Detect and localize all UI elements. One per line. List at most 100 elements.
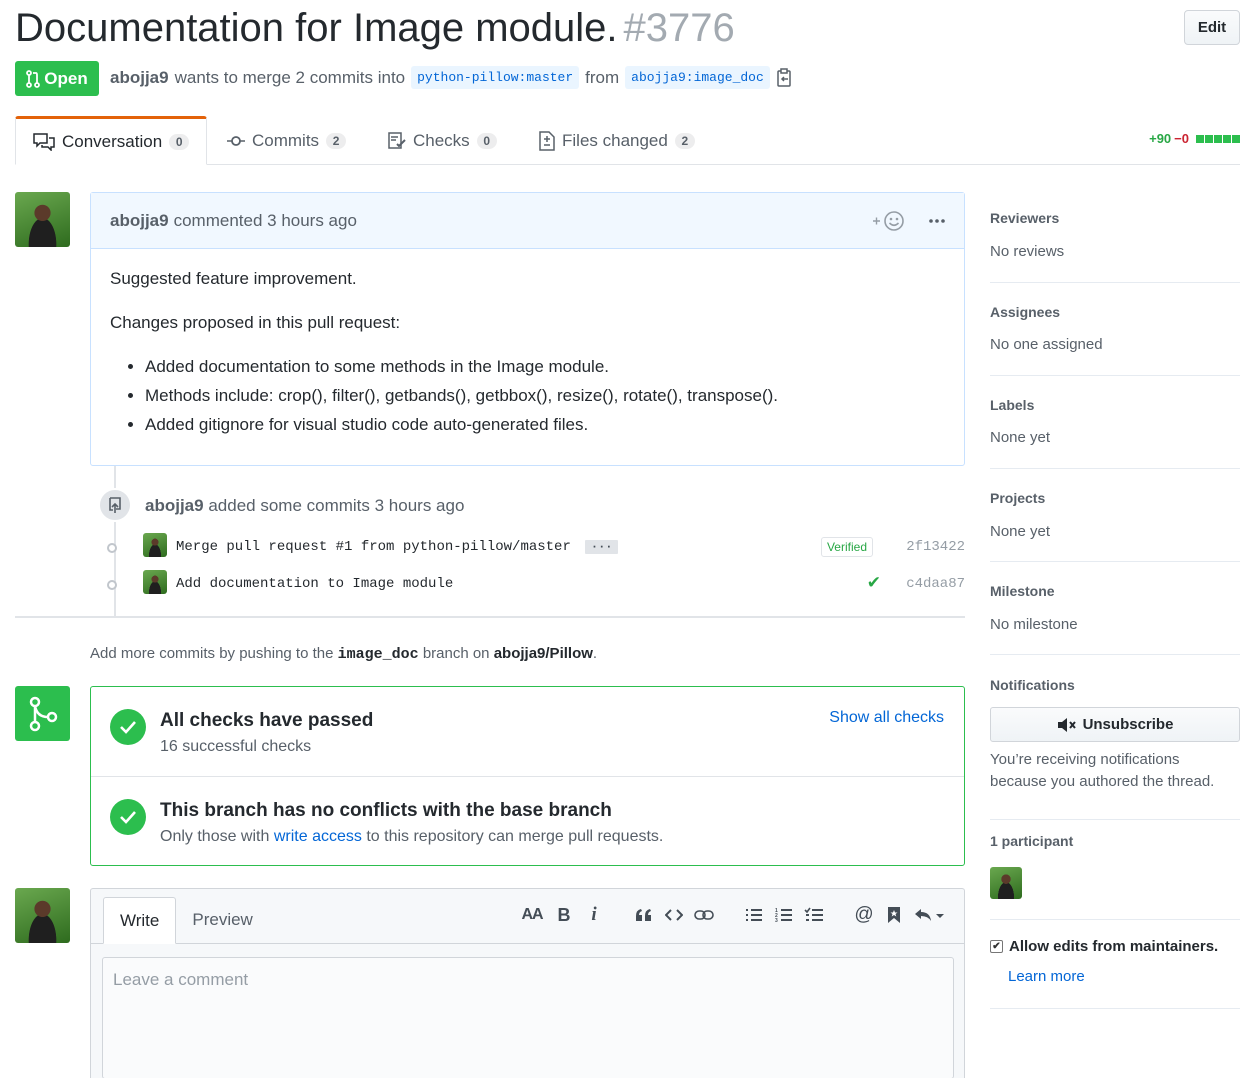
pr-meta: abojja9 wants to merge 2 commits into py… (110, 66, 792, 89)
reply-dropdown-icon[interactable] (914, 905, 946, 925)
verified-badge[interactable]: Verified (820, 537, 873, 557)
avatar[interactable] (15, 192, 70, 247)
sidebar-participants: 1 participant (990, 820, 1240, 920)
italic-button[interactable]: i (584, 904, 604, 925)
edit-button[interactable]: Edit (1184, 10, 1240, 45)
write-access-link[interactable]: write access (274, 828, 362, 845)
check-icon[interactable]: ✔ (867, 573, 881, 593)
list-item: Added gitignore for visual studio code a… (145, 415, 945, 435)
sidebar-heading[interactable]: Assignees (990, 304, 1060, 320)
tab-counter: 2 (326, 132, 347, 149)
tab-label: Files changed (562, 130, 668, 150)
tab-checks[interactable]: Checks 0 (388, 116, 497, 165)
tab-files-changed[interactable]: Files changed 2 (539, 116, 695, 165)
comment-composer: Write Preview AA B i 123 @ Leave a comme… (90, 888, 965, 1078)
sidebar-heading[interactable]: Milestone (990, 583, 1055, 599)
text-format-group: AA B i (520, 904, 604, 925)
list-item: Added documentation to some methods in t… (145, 357, 945, 377)
tab-commits[interactable]: Commits 2 (227, 116, 347, 165)
diffstat: +90 −0 (1149, 131, 1240, 146)
quote-icon[interactable] (634, 905, 654, 925)
comment-textarea[interactable]: Leave a comment (102, 957, 954, 1078)
sidebar-value: No milestone (990, 616, 1078, 633)
tab-counter: 2 (674, 132, 695, 149)
mention-button[interactable]: @ (854, 904, 874, 925)
commit-sha[interactable]: 2f13422 (906, 539, 965, 555)
pr-title: Documentation for Image module. #3776 (15, 6, 735, 51)
tab-label: Checks (413, 130, 470, 150)
file-diff-icon (539, 130, 555, 151)
diffstat-block (1223, 135, 1231, 143)
comment-list: Added documentation to some methods in t… (145, 357, 945, 435)
composer-tab-line (91, 943, 964, 944)
pr-author-link[interactable]: abojja9 (110, 68, 169, 88)
code-icon[interactable] (664, 905, 684, 925)
sidebar-heading[interactable]: Reviewers (990, 210, 1059, 226)
sidebar-value: None yet (990, 429, 1051, 446)
diffstat-block (1232, 135, 1240, 143)
commit-icon (227, 135, 245, 146)
diffstat-block (1205, 135, 1213, 143)
diffstat-block (1196, 135, 1204, 143)
sidebar-milestone: Milestone No milestone (990, 562, 1240, 655)
merge-text: wants to merge 2 commits into (174, 67, 406, 87)
tab-label: Conversation (62, 131, 163, 151)
show-all-checks-link[interactable]: Show all checks (829, 709, 944, 727)
sidebar-heading[interactable]: Projects (990, 490, 1045, 506)
commit-sha[interactable]: c4daa87 (906, 576, 965, 592)
list-group: 123 (744, 905, 824, 925)
state-badge: Open (15, 61, 99, 96)
sidebar-heading[interactable]: Labels (990, 397, 1034, 413)
sidebar-divider (990, 1008, 1240, 1009)
sidebar-assignees: Assignees No one assigned (990, 283, 1240, 376)
task-list-icon[interactable] (804, 905, 824, 925)
sidebar-heading: Notifications (990, 677, 1075, 693)
participant-avatar[interactable] (990, 867, 1022, 899)
commit-event-author[interactable]: abojja9 (145, 496, 204, 515)
commit-avatar[interactable] (143, 570, 167, 594)
commit-avatar[interactable] (143, 533, 167, 557)
clipboard-icon[interactable] (776, 67, 792, 88)
learn-more-link[interactable]: Learn more (1008, 968, 1085, 985)
commit-event-text: abojja9 added some commits 3 hours ago (145, 496, 464, 516)
notifications-reason: You’re receiving notifications because y… (990, 751, 1215, 790)
ordered-list-icon[interactable]: 123 (774, 905, 794, 925)
comment-author[interactable]: abojja9 (110, 211, 169, 231)
head-branch[interactable]: abojja9:image_doc (625, 66, 770, 89)
link-icon[interactable] (694, 905, 714, 925)
push-hint: Add more commits by pushing to the image… (90, 645, 598, 663)
bold-button[interactable]: B (554, 905, 574, 925)
checkbox-icon[interactable]: ✔ (990, 940, 1003, 953)
unordered-list-icon[interactable] (744, 905, 764, 925)
check-circle-icon (110, 709, 146, 745)
base-branch[interactable]: python-pillow:master (411, 66, 580, 89)
markdown-toolbar: AA B i 123 @ (506, 904, 946, 925)
git-merge-icon (15, 686, 70, 741)
pull-request-icon (26, 69, 41, 88)
add-reaction-icon[interactable] (872, 210, 906, 232)
sidebar-labels: Labels None yet (990, 376, 1240, 469)
saved-reply-icon[interactable] (884, 905, 904, 925)
timeline-divider (15, 616, 965, 618)
commit-message[interactable]: Merge pull request #1 from python-pillow… (176, 539, 619, 555)
tab-write[interactable]: Write (103, 897, 177, 944)
commit-event-action: added some commits 3 hours ago (208, 496, 465, 515)
comment-actions (872, 210, 946, 232)
pr-tabs: Conversation 0 Commits 2 Checks 0 Files … (15, 116, 1240, 165)
insert-group (634, 905, 714, 925)
commit-row: Merge pull request #1 from python-pillow… (102, 533, 965, 561)
conflicts-title: This branch has no conflicts with the ba… (160, 800, 612, 821)
allow-edits-checkbox[interactable]: ✔ Allow edits from maintainers. (990, 938, 1218, 955)
tab-preview[interactable]: Preview (176, 897, 268, 943)
commit-node-icon (107, 543, 117, 553)
tab-conversation[interactable]: Conversation 0 (15, 116, 208, 165)
heading-button[interactable]: AA (520, 905, 544, 925)
allow-edits-label: Allow edits from maintainers. (1009, 938, 1219, 955)
unsubscribe-button[interactable]: Unsubscribe (990, 707, 1240, 742)
commit-message[interactable]: Add documentation to Image module (176, 576, 453, 592)
kebab-menu-icon[interactable] (928, 210, 946, 232)
repo-push-icon (98, 488, 132, 522)
comment-timestamp[interactable]: commented 3 hours ago (174, 211, 357, 231)
expand-ellipsis-button[interactable]: ··· (584, 540, 619, 554)
avatar[interactable] (15, 888, 70, 943)
